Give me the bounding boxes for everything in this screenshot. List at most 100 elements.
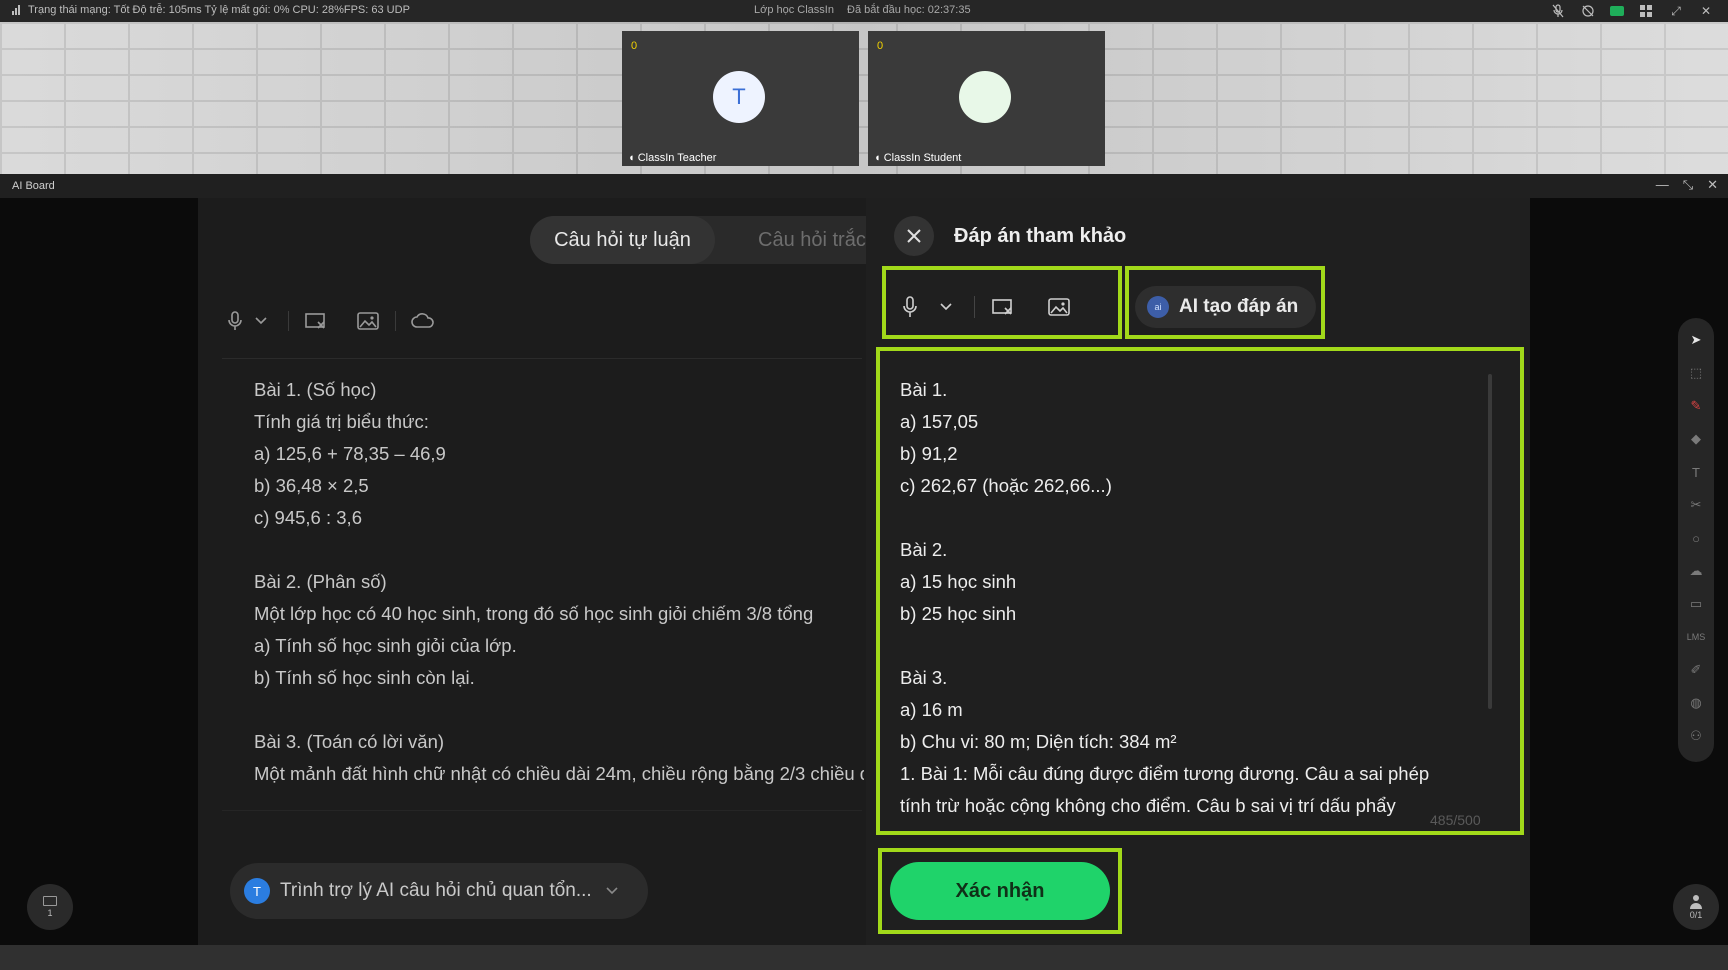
question-line: Tính giá trị biểu thức:: [254, 411, 429, 432]
image-icon[interactable]: [355, 308, 381, 334]
user-list-button[interactable]: 0/1: [1673, 884, 1719, 930]
chat-icon[interactable]: ◍: [1686, 693, 1706, 713]
ai-icon: ai: [1147, 296, 1169, 318]
avatar: T: [244, 878, 270, 904]
answer-line: c) 262,67 (hoặc 262,66...): [900, 475, 1112, 496]
camera-muted-icon[interactable]: [1580, 3, 1596, 19]
eraser-icon[interactable]: ◆: [1686, 429, 1706, 449]
question-line: Bài 3. (Toán có lời văn): [254, 731, 445, 752]
page-button[interactable]: 1: [27, 884, 73, 930]
question-content[interactable]: Bài 1. (Số học) Tính giá trị biểu thức: a)…: [254, 374, 864, 790]
question-line: b) Tính số học sinh còn lại.: [254, 667, 475, 688]
ai-board-titlebar: AI Board — ⤡ ✕: [0, 174, 1728, 198]
chevron-down-icon[interactable]: [248, 308, 274, 334]
question-line: [254, 694, 864, 726]
reward-count: 0: [631, 40, 638, 52]
board-toolbar: ➤ ⬚ ✎ ◆ T ✂ ○ ☁ ▭ LMS ✐ ◍ ⚇: [1678, 318, 1714, 762]
panel-title: Đáp án tham khảo: [954, 225, 1127, 247]
question-toolbar: [222, 308, 436, 334]
question-line: [254, 534, 864, 566]
answer-line: tính trừ hoặc cộng không cho điểm. Câu b…: [900, 795, 1396, 816]
window-controls: ⤢ ✕: [1550, 2, 1714, 20]
mic-muted-icon[interactable]: [1550, 3, 1566, 19]
cloud-icon[interactable]: [410, 308, 436, 334]
answer-line: a) 16 m: [900, 699, 963, 720]
video-strip: 0 T ◖ ClassIn Teacher 0 ◖ ClassIn Studen…: [0, 22, 1728, 174]
network-status: Trạng thái mạng: Tốt Độ trễ: 105ms Tỷ lệ…: [12, 4, 410, 16]
answer-line: a) 157,05: [900, 411, 979, 432]
tab-multiple-choice[interactable]: Câu hỏi trắc nghiệm: [758, 216, 866, 264]
confirm-button[interactable]: Xác nhận: [890, 862, 1110, 920]
select-icon[interactable]: ⬚: [1686, 363, 1706, 383]
class-name: Lớp học ClassIn: [754, 4, 834, 16]
cloud-icon[interactable]: ☁: [1686, 561, 1706, 581]
lms-icon[interactable]: LMS: [1686, 627, 1706, 647]
answer-line: b) 91,2: [900, 443, 958, 464]
char-counter: 485/500: [1430, 812, 1481, 828]
participant-name: ◖ ClassIn Student: [874, 152, 962, 164]
answer-line: b) Chu vi: 80 m; Diện tích: 384 m²: [900, 731, 1177, 752]
pen-icon[interactable]: ✎: [1686, 396, 1706, 416]
answer-line: [900, 630, 1470, 662]
scissors-icon[interactable]: ✂: [1686, 495, 1706, 515]
question-line: a) 125,6 + 78,35 – 46,9: [254, 443, 446, 464]
restore-icon[interactable]: ⤡: [1683, 177, 1693, 193]
chevron-down-icon: [606, 887, 618, 895]
question-line: Một mảnh đất hình chữ nhật có chiều dài …: [254, 763, 864, 784]
answer-content[interactable]: Bài 1. a) 157,05 b) 91,2 c) 262,67 (hoặc 26…: [900, 374, 1470, 822]
network-status-text: Trạng thái mạng: Tốt Độ trễ: 105ms Tỷ lệ…: [28, 4, 410, 16]
fullscreen-icon[interactable]: ⤢: [1668, 3, 1684, 19]
ai-generate-label: AI tạo đáp án: [1179, 296, 1299, 317]
recording-indicator-icon: [1610, 6, 1624, 16]
shape-icon[interactable]: ○: [1686, 528, 1706, 548]
user-count: 0/1: [1689, 910, 1703, 920]
users-icon[interactable]: ⚇: [1686, 726, 1706, 746]
reward-count: 0: [877, 40, 884, 52]
answer-line: Bài 2.: [900, 539, 948, 560]
signal-icon: [12, 5, 20, 15]
user-icon: [1689, 894, 1703, 910]
question-line: a) Tính số học sinh giỏi của lớp.: [254, 635, 517, 656]
participant-name: ◖ ClassIn Teacher: [628, 152, 717, 164]
status-bar: Trạng thái mạng: Tốt Độ trễ: 105ms Tỷ lệ…: [0, 0, 1728, 22]
question-line: Một lớp học có 40 học sinh, trong đó số …: [254, 603, 814, 624]
avatar: [959, 71, 1011, 123]
assistant-label: Trình trợ lý AI câu hỏi chủ quan tổn...: [280, 880, 592, 901]
question-line: Bài 1. (Số học): [254, 379, 377, 400]
answer-line: Bài 3.: [900, 667, 948, 688]
close-icon[interactable]: ✕: [1707, 177, 1718, 193]
ai-board-title: AI Board: [12, 180, 55, 192]
page-number: 1: [47, 908, 53, 918]
tab-essay[interactable]: Câu hỏi tự luận: [530, 216, 715, 264]
ai-assistant-selector[interactable]: T Trình trợ lý AI câu hỏi chủ quan tổn..…: [230, 863, 648, 919]
toolbox-icon[interactable]: ▭: [1686, 594, 1706, 614]
answer-line: b) 25 học sinh: [900, 603, 1017, 624]
answer-line: [900, 502, 1470, 534]
microphone-icon[interactable]: [222, 308, 248, 334]
cursor-icon[interactable]: ➤: [1686, 330, 1706, 350]
close-button[interactable]: [894, 216, 934, 256]
screenshot-icon[interactable]: [303, 308, 329, 334]
answer-line: Bài 1.: [900, 379, 948, 400]
highlight-toolbar: [882, 266, 1122, 339]
ai-generate-answer-button[interactable]: ai AI tạo đáp án: [1135, 286, 1317, 328]
minimize-icon[interactable]: —: [1656, 177, 1669, 193]
answer-scrollbar[interactable]: [1488, 374, 1492, 709]
answer-line: a) 15 học sinh: [900, 571, 1017, 592]
close-window-icon[interactable]: ✕: [1698, 3, 1714, 19]
elapsed-time: Đã bắt đầu học: 02:37:35: [847, 4, 971, 16]
board-page-icon: [43, 896, 57, 906]
question-line: Bài 2. (Phân số): [254, 571, 387, 592]
bottom-strip: [0, 945, 1728, 970]
video-tile-student[interactable]: 0 ◖ ClassIn Student: [868, 31, 1105, 166]
answer-line: 1. Bài 1: Mỗi câu đúng được điểm tương đ…: [900, 763, 1430, 784]
class-info: Lớp học ClassIn Đã bắt đầu học: 02:37:35: [754, 4, 981, 16]
avatar: T: [713, 71, 765, 123]
question-type-tabs: Câu hỏi tự luận Câu hỏi trắc nghiệm: [530, 216, 866, 264]
question-line: b) 36,48 × 2,5: [254, 475, 369, 496]
question-line: c) 945,6 : 3,6: [254, 507, 362, 528]
text-icon[interactable]: T: [1686, 462, 1706, 482]
video-tile-teacher[interactable]: 0 T ◖ ClassIn Teacher: [622, 31, 859, 166]
grid-icon[interactable]: [1638, 3, 1654, 19]
edit-icon[interactable]: ✐: [1686, 660, 1706, 680]
